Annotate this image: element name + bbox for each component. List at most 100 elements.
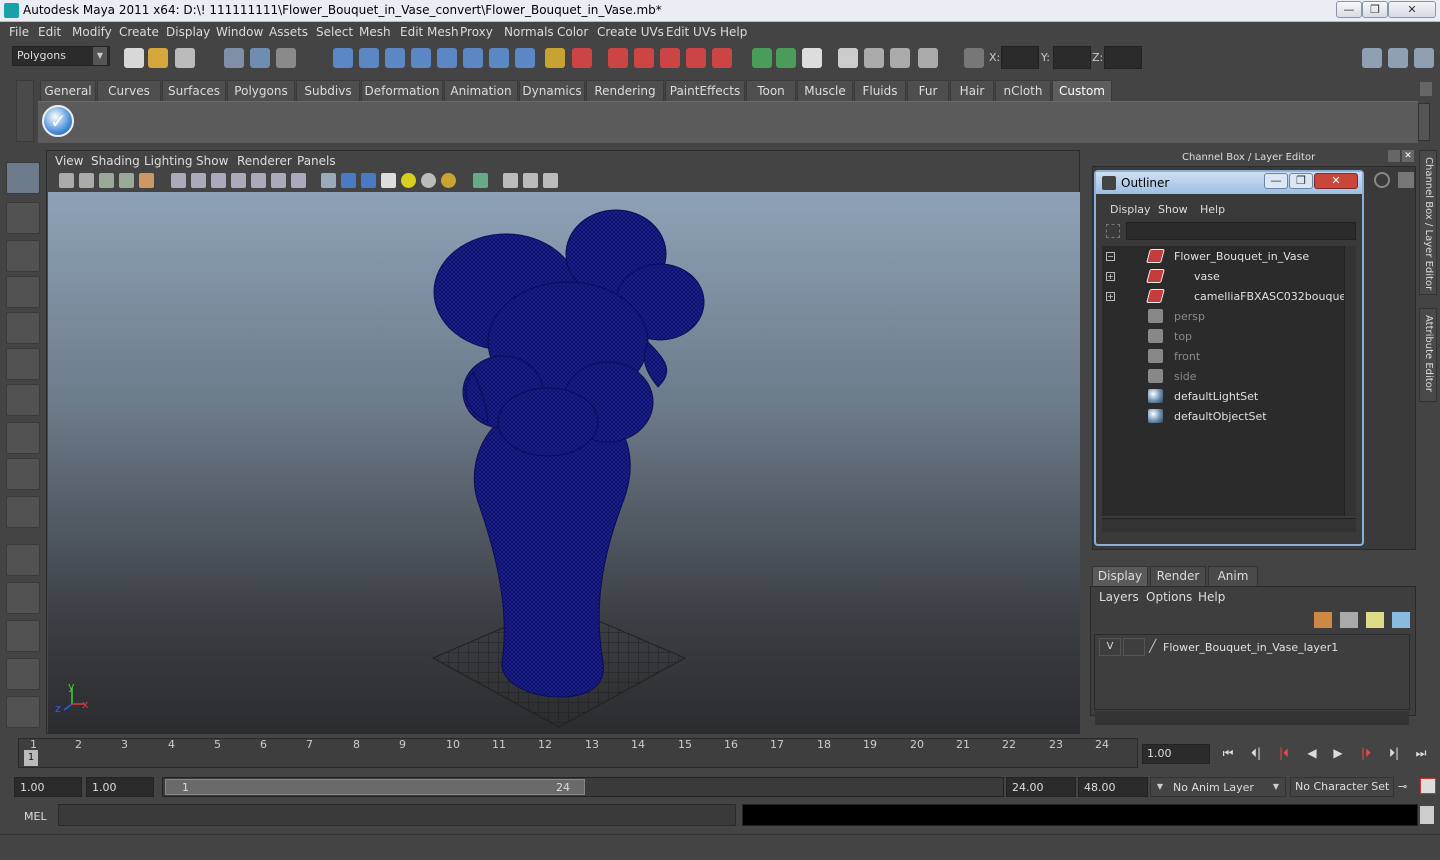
menu-mesh[interactable]: Mesh — [359, 25, 391, 39]
new-scene-icon[interactable] — [124, 48, 144, 68]
close-panel-icon[interactable]: ✕ — [1402, 150, 1414, 162]
vp-menu-panels[interactable]: Panels — [297, 154, 336, 168]
render-settings-icon[interactable] — [660, 48, 680, 68]
preferences-icon[interactable] — [1420, 778, 1436, 794]
new-layer-selected-icon[interactable] — [1392, 612, 1410, 628]
new-layer-icon[interactable] — [1366, 612, 1384, 628]
use-all-lights-icon[interactable] — [401, 173, 416, 188]
outliner-maximize-button[interactable]: ❐ — [1289, 173, 1313, 189]
hypershade-icon[interactable] — [686, 48, 706, 68]
tab-surfaces[interactable]: Surfaces — [162, 80, 226, 102]
outliner-titlebar[interactable]: Outliner — ❐ ✕ — [1096, 172, 1362, 194]
tab-ncloth[interactable]: nCloth — [995, 80, 1051, 102]
sculpt-icon[interactable] — [890, 48, 910, 68]
menu-normals[interactable]: Normals — [504, 25, 554, 39]
range-slider-handle[interactable]: 1 24 — [165, 779, 585, 795]
outliner-close-button[interactable]: ✕ — [1314, 173, 1358, 189]
open-scene-icon[interactable] — [148, 48, 168, 68]
universal-manipulator-icon[interactable] — [6, 384, 40, 416]
history-icon[interactable] — [463, 48, 483, 68]
tab-subdivs[interactable]: Subdivs — [296, 80, 360, 102]
menu-help[interactable]: Help — [720, 25, 747, 39]
step-forward-frame-button[interactable]: ⏵| — [1384, 746, 1404, 764]
menu-edit-mesh[interactable]: Edit Mesh — [400, 25, 459, 39]
vp-menu-renderer[interactable]: Renderer — [237, 154, 292, 168]
ipr-render-icon[interactable] — [634, 48, 654, 68]
toggle-panel-icon[interactable] — [838, 48, 858, 68]
outliner-search-input[interactable] — [1126, 222, 1356, 240]
input-ops-icon[interactable] — [489, 48, 509, 68]
tab-display[interactable]: Display — [1092, 566, 1148, 586]
layer-menu-help[interactable]: Help — [1198, 590, 1225, 604]
script-editor-icon[interactable] — [1420, 806, 1434, 824]
side-tab-attribute-editor[interactable]: Attribute Editor — [1419, 308, 1437, 402]
high-quality-icon[interactable] — [441, 173, 456, 188]
command-language-label[interactable]: MEL — [24, 810, 47, 823]
hypergraph-layout-icon[interactable] — [6, 696, 40, 728]
snap-plane-icon[interactable] — [411, 48, 431, 68]
menu-set-dropdown[interactable]: Polygons ▼ — [12, 46, 110, 66]
grid-toggle-icon[interactable] — [171, 173, 186, 188]
shadows-icon[interactable] — [421, 173, 436, 188]
render-view-icon[interactable] — [712, 48, 732, 68]
field-chart-icon[interactable] — [251, 173, 266, 188]
channel-box-toggle-icon[interactable] — [1362, 48, 1382, 68]
select-object-icon[interactable] — [250, 48, 270, 68]
menu-modify[interactable]: Modify — [72, 25, 112, 39]
step-back-key-button[interactable]: |⏴ — [1274, 746, 1294, 764]
side-tab-channel-box[interactable]: Channel Box / Layer Editor — [1419, 150, 1437, 295]
show-manipulator-icon[interactable] — [6, 458, 40, 490]
play-backwards-button[interactable]: ◀ — [1302, 746, 1322, 764]
textured-icon[interactable] — [381, 173, 396, 188]
menu-file[interactable]: File — [9, 25, 29, 39]
go-to-start-button[interactable]: ⏮ — [1218, 746, 1238, 764]
layer-visibility-toggle[interactable]: V — [1099, 638, 1121, 656]
menu-window[interactable]: Window — [216, 25, 263, 39]
outliner-item[interactable]: top — [1102, 326, 1342, 346]
tab-animation[interactable]: Animation — [444, 80, 518, 102]
outliner-item[interactable]: + vase — [1102, 266, 1342, 286]
menu-proxy[interactable]: Proxy — [460, 25, 493, 39]
y-field[interactable] — [1053, 46, 1091, 69]
end-time-field[interactable]: 48.00 — [1078, 777, 1148, 797]
select-tool-icon[interactable] — [6, 162, 40, 194]
custom-shelf-tool-icon[interactable] — [42, 105, 74, 137]
character-set-dropdown[interactable]: No Character Set — [1290, 777, 1394, 797]
menu-color[interactable]: Color — [557, 25, 588, 39]
expand-icon[interactable]: + — [1106, 272, 1115, 281]
snap-live-icon[interactable] — [437, 48, 457, 68]
step-forward-key-button[interactable]: |⏵ — [1356, 746, 1376, 764]
image-plane-icon[interactable] — [119, 173, 134, 188]
input-line-icon[interactable] — [752, 48, 772, 68]
layer-menu-layers[interactable]: Layers — [1099, 590, 1139, 604]
vp-menu-view[interactable]: View — [55, 154, 83, 168]
current-time-field[interactable]: 1.00 — [1142, 744, 1210, 764]
layer-scrollbar[interactable] — [1095, 711, 1409, 725]
paint-icon[interactable] — [918, 48, 938, 68]
tab-general[interactable]: General — [40, 80, 96, 102]
lasso-tool-icon[interactable] — [6, 202, 40, 234]
twod-pan-zoom-icon[interactable] — [139, 173, 154, 188]
filter-icon[interactable] — [1106, 224, 1120, 238]
menu-create-uvs[interactable]: Create UVs — [597, 25, 664, 39]
attribute-editor-toggle-icon[interactable] — [1414, 48, 1434, 68]
wireframe-icon[interactable] — [321, 173, 336, 188]
tab-custom[interactable]: Custom — [1052, 80, 1112, 102]
outliner-item[interactable]: front — [1102, 346, 1342, 366]
trash-icon[interactable] — [1420, 82, 1432, 96]
layer-color-swatch[interactable]: ╱ — [1149, 639, 1156, 653]
graph-editor-layout-icon[interactable] — [6, 658, 40, 690]
outliner-minimize-button[interactable]: — — [1264, 173, 1288, 189]
playback-end-field[interactable]: 24.00 — [1006, 777, 1076, 797]
tab-muscle[interactable]: Muscle — [797, 80, 853, 102]
outliner-item[interactable]: persp — [1102, 306, 1342, 326]
xray-icon[interactable] — [503, 173, 518, 188]
rename-icon[interactable] — [776, 48, 796, 68]
tab-fluids[interactable]: Fluids — [854, 80, 906, 102]
playback-start-field[interactable]: 1.00 — [86, 777, 154, 797]
outliner-layout-icon[interactable] — [6, 620, 40, 652]
menu-edit[interactable]: Edit — [38, 25, 61, 39]
isolate-select-icon[interactable] — [473, 173, 488, 188]
tab-hair[interactable]: Hair — [950, 80, 994, 102]
outliner-menu-show[interactable]: Show — [1158, 203, 1188, 216]
